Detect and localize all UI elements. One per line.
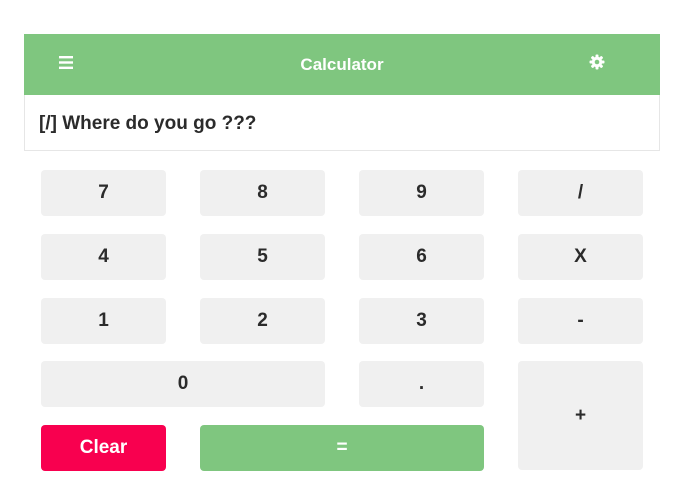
key-6[interactable]: 6: [359, 234, 484, 280]
key-1[interactable]: 1: [41, 298, 166, 344]
key-0[interactable]: 0: [41, 361, 325, 407]
equals-button[interactable]: =: [200, 425, 484, 471]
key-7[interactable]: 7: [41, 170, 166, 216]
key-5[interactable]: 5: [200, 234, 325, 280]
key-minus[interactable]: -: [518, 298, 643, 344]
key-decimal[interactable]: .: [359, 361, 484, 407]
key-3[interactable]: 3: [359, 298, 484, 344]
keypad: 7 8 9 / 4 5 6 X 1 2 3 - 0 . + Clear =: [0, 0, 696, 492]
key-4[interactable]: 4: [41, 234, 166, 280]
key-plus[interactable]: +: [518, 361, 643, 470]
key-9[interactable]: 9: [359, 170, 484, 216]
key-multiply[interactable]: X: [518, 234, 643, 280]
key-divide[interactable]: /: [518, 170, 643, 216]
clear-button[interactable]: Clear: [41, 425, 166, 471]
key-8[interactable]: 8: [200, 170, 325, 216]
key-2[interactable]: 2: [200, 298, 325, 344]
